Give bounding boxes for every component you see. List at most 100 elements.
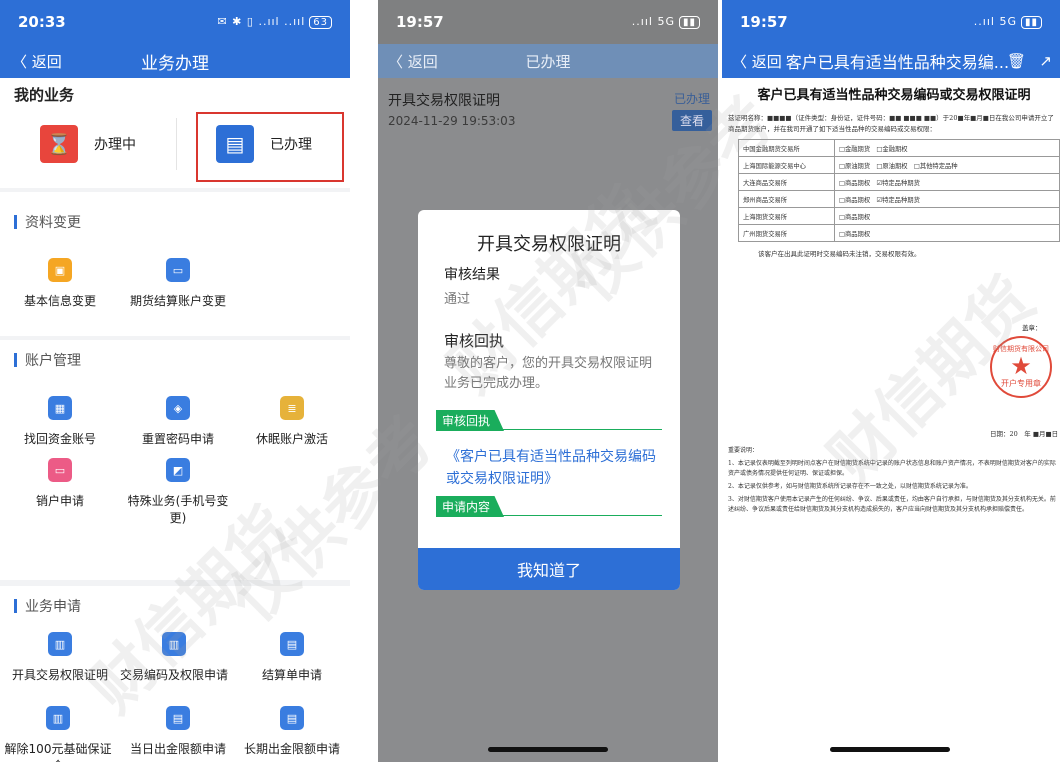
section-profile-change: 资料变更 ▣ 基本信息变更 ▭ 期货结算账户变更 (0, 192, 350, 336)
table-row: 上海国际能源交易中心 □原油期货 □原油期权 □其他特定品种 (738, 156, 1060, 174)
trade-code-application-item[interactable]: ▥ 交易编码及权限申请 (116, 632, 232, 683)
section-heading: 业务申请 (14, 596, 81, 616)
battery-icon: ▮▮ (678, 16, 700, 29)
products-cell: □商品期权 (834, 207, 1060, 225)
view-button[interactable]: 查看 (671, 110, 712, 131)
status-time: 19:57 (740, 13, 788, 31)
products-cell: □金融期货 □金融期权 (834, 139, 1060, 157)
separator (350, 0, 378, 762)
completed-list-panel: 19:57 ..ııl 5G ▮▮ 〈 返回 已办理 开具交易权限证明 2024-… (378, 0, 718, 762)
business-panel: 20:33 ✉ ✱ ▯ ..ııl ..ııl 63 〈 返回 业务办理 我的业务… (0, 0, 350, 762)
certificate-panel: 19:57 ..ııl 5G ▮▮ 〈 返回 客户已具有适当性品种交易编... 🗑… (722, 0, 1060, 762)
company-seal: 财信期货有限公司 ★ 开户专用章 (990, 336, 1052, 398)
my-business-heading: 我的业务 (14, 86, 75, 104)
status-bar: 20:33 ✉ ✱ ▯ ..ııl ..ııl 63 (0, 0, 350, 44)
table-row: 郑州商品交易所 □商品期权 ☑特定品种期货 (738, 190, 1060, 208)
ok-button[interactable]: 我知道了 (418, 548, 680, 590)
status-icons: ..ııl 5G ▮▮ (632, 15, 700, 29)
status-icons: ✉ ✱ ▯ ..ııl ..ııl 63 (217, 15, 332, 29)
daily-withdraw-limit-item[interactable]: ▤ 当日出金限额申请 (120, 706, 236, 757)
document-intro: 兹证明名称：■■■■（证件类型：身份证，证件号码：■■ ■■■ ■■）于20■年… (728, 114, 1054, 133)
permission-table: 中国金融期货交易所 □金融期货 □金融期权 上海国际能源交易中心 □原油期货 □原油期… (738, 139, 1060, 242)
section-business-application: 业务申请 ▥ 开具交易权限证明 ▥ 交易编码及权限申请 ▤ 结算单申请 ▥ 解除… (0, 586, 350, 762)
phone-change-item[interactable]: ◩ 特殊业务(手机号变更) (120, 458, 236, 526)
close-account-item[interactable]: ▭ 销户申请 (2, 458, 118, 509)
status-time: 19:57 (396, 13, 444, 31)
receipt-tag: 审核回执 (436, 410, 505, 431)
divider (436, 429, 662, 430)
card-icon: ▭ (48, 458, 72, 482)
trash-icon[interactable]: 🗑 (1007, 52, 1026, 70)
note-item: 3、对财信期货客户使用本记录产生的任何纠纷、争议、后果或责任，均由客户自行承担，… (728, 496, 1056, 513)
table-row: 中国金融期货交易所 □金融期货 □金融期权 (738, 139, 1060, 157)
document-date: 日期：20 年 ■月■日 (990, 430, 1059, 438)
status-icons: ..ııl 5G ▮▮ (974, 15, 1042, 29)
document-title: 客户已具有适当性品种交易编码或交易权限证明 (757, 88, 1031, 103)
products-cell: □原油期货 □原油期权 □其他特定品种 (834, 156, 1060, 174)
note-item: 1、本记录仅表明截至列明时间点客户在财信期货系统中记录的账户状态信息和账户资产情… (728, 460, 1056, 477)
section-heading: 账户管理 (14, 350, 81, 370)
in-progress-tile[interactable]: ⌛ 办理中 (40, 108, 136, 180)
profile-icon: ▣ (48, 258, 72, 282)
status-badge: 已办理 (673, 92, 710, 106)
table-row: 广州期货交易所 □商品期权 (738, 224, 1060, 242)
section-account-management: 账户管理 ▦ 找回资金账号 ◈ 重置密码申请 ≣ 休眠账户激活 ▭ 销户申请 ◩… (0, 340, 350, 580)
recover-account-item[interactable]: ▦ 找回资金账号 (2, 396, 118, 447)
dormant-activation-item[interactable]: ≣ 休眠账户激活 (234, 396, 350, 447)
bar-chart-icon: ▥ (46, 706, 70, 730)
exchange-cell: 郑州商品交易所 (738, 190, 835, 208)
validity-statement: 该客户在出具此证明时交易编码未注销，交易权限有效。 (758, 250, 921, 258)
certificate-link[interactable]: 《客户已具有适当性品种交易编码或交易权限证明》 (446, 446, 660, 490)
home-indicator (488, 747, 608, 752)
exchange-cell: 大连商品交易所 (738, 173, 835, 191)
receipt-text: 尊敬的客户，您的开具交易权限证明业务已完成办理。 (444, 356, 653, 391)
exchange-cell: 上海期货交易所 (738, 207, 835, 225)
products-cell: □商品期权 (834, 224, 1060, 242)
dialog-title: 开具交易权限证明 (477, 234, 621, 255)
list-item[interactable]: 开具交易权限证明 2024-11-29 19:53:03 已办理 查看 (378, 80, 718, 140)
status-time: 20:33 (18, 13, 66, 31)
nav-bar: 〈 返回 已办理 (378, 44, 718, 78)
divider (436, 515, 662, 516)
star-icon: ★ (1010, 352, 1032, 380)
list-icon: ≣ (280, 396, 304, 420)
products-cell: □商品期权 ☑特定品种期货 (834, 173, 1060, 191)
release-margin-item[interactable]: ▥ 解除100元基础保证金 (0, 706, 116, 762)
trade-permission-cert-item[interactable]: ▥ 开具交易权限证明 (2, 632, 118, 683)
longterm-withdraw-limit-item[interactable]: ▤ 长期出金限额申请 (234, 706, 350, 757)
notes-title: 重要说明： (728, 447, 759, 454)
settlement-account-change-item[interactable]: ▭ 期货结算账户变更 (120, 258, 236, 309)
reset-password-item[interactable]: ◈ 重置密码申请 (120, 396, 236, 447)
result-dialog: 开具交易权限证明 审核结果 通过 审核回执 尊敬的客户，您的开具交易权限证明业务… (418, 210, 680, 590)
shield-icon: ◈ (166, 396, 190, 420)
separator (718, 0, 722, 762)
seal-label: 盖章： (1022, 324, 1042, 332)
record-title: 开具交易权限证明 (388, 93, 500, 109)
share-icon[interactable]: ↗ (1039, 52, 1052, 70)
status-bar: 19:57 ..ııl 5G ▮▮ (378, 0, 718, 44)
status-bar: 19:57 ..ııl 5G ▮▮ (722, 0, 1060, 44)
page-title: 客户已具有适当性品种交易编... (785, 53, 1010, 72)
battery-icon: ▮▮ (1020, 16, 1042, 29)
card-icon: ▭ (166, 258, 190, 282)
document-icon: ▤ (280, 706, 304, 730)
bar-chart-icon: ▥ (48, 632, 72, 656)
statement-application-item[interactable]: ▤ 结算单申请 (234, 632, 350, 683)
section-heading: 资料变更 (14, 212, 81, 232)
note-item: 2、本记录仅供参考，如与财信期货系统所记录存在不一致之处，以财信期货系统记录为准… (728, 483, 972, 490)
apply-tag: 申请内容 (436, 496, 505, 517)
exchange-cell: 广州期货交易所 (738, 224, 835, 242)
battery-icon: 63 (309, 16, 332, 29)
basic-info-change-item[interactable]: ▣ 基本信息变更 (2, 258, 118, 309)
important-notes: 重要说明： 1、本记录仅表明截至列明时间点客户在财信期货系统中记录的账户状态信息… (728, 446, 1060, 518)
back-button[interactable]: 〈 返回 (12, 51, 62, 72)
nav-bar: 〈 返回 客户已具有适当性品种交易编... 🗑 ↗ (722, 44, 1060, 78)
back-button[interactable]: 〈 返回 (732, 51, 782, 72)
in-progress-label: 办理中 (94, 137, 136, 153)
id-card-icon: ▦ (48, 396, 72, 420)
back-button[interactable]: 〈 返回 (388, 51, 438, 72)
bar-chart-icon: ▥ (162, 632, 186, 656)
hourglass-icon: ⌛ (40, 125, 78, 163)
products-cell: □商品期权 ☑特定品种期货 (834, 190, 1060, 208)
document-icon: ▤ (166, 706, 190, 730)
